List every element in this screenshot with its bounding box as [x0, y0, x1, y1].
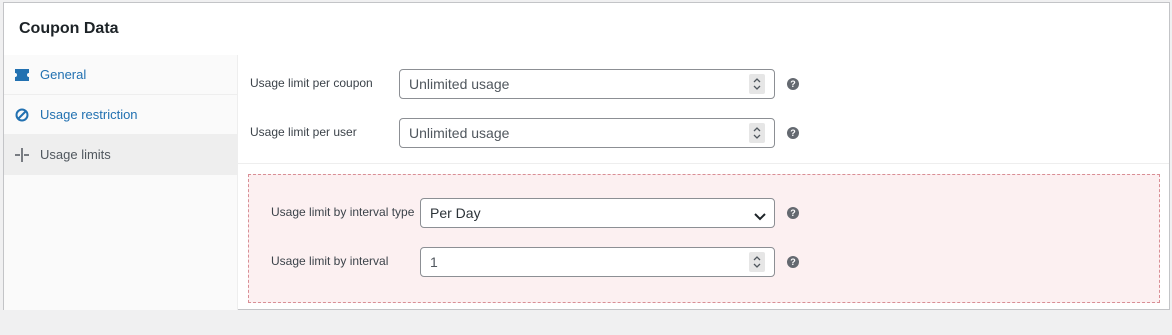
limits-icon — [14, 147, 30, 163]
tab-label: General — [40, 67, 87, 82]
ticket-icon — [14, 67, 30, 83]
coupon-tabs: General Usage restriction Usage limits — [4, 55, 238, 310]
interval-limit-field[interactable] — [420, 247, 775, 277]
interval-limit-label: Usage limit by interval — [271, 254, 389, 268]
usage-limit-per-coupon-row: Usage limit per coupon ? — [237, 69, 1169, 99]
tab-label: Usage restriction — [40, 107, 138, 122]
ban-icon — [14, 107, 30, 123]
interval-limit-box — [248, 174, 1160, 303]
interval-type-label: Usage limit by interval type — [271, 205, 415, 219]
usage-limit-per-user-field[interactable] — [399, 118, 775, 148]
panel-title: Coupon Data — [19, 20, 119, 37]
section-divider — [237, 163, 1169, 164]
number-spinner[interactable] — [749, 74, 765, 94]
usage-limits-content: Usage limit per coupon ? Usage limit per… — [237, 55, 1169, 310]
help-icon[interactable]: ? — [787, 256, 799, 268]
usage-limit-per-user-label: Usage limit per user — [250, 125, 357, 139]
tab-usage-limits[interactable]: Usage limits — [4, 135, 237, 175]
interval-type-select[interactable]: Per Day — [420, 198, 775, 228]
coupon-data-panel: Coupon Data General Usage restriction Us… — [3, 2, 1170, 310]
usage-limit-per-user-row: Usage limit per user ? — [237, 118, 1169, 148]
help-icon[interactable]: ? — [787, 127, 799, 139]
number-spinner[interactable] — [749, 252, 765, 272]
usage-limit-per-coupon-input[interactable] — [409, 76, 744, 92]
tab-usage-restriction[interactable]: Usage restriction — [4, 95, 237, 135]
usage-limit-per-coupon-label: Usage limit per coupon — [250, 76, 373, 90]
chevron-down-icon — [754, 208, 766, 224]
help-icon[interactable]: ? — [787, 78, 799, 90]
usage-limit-per-user-input[interactable] — [409, 125, 744, 141]
interval-limit-input[interactable] — [430, 254, 744, 270]
number-spinner[interactable] — [749, 123, 765, 143]
interval-type-row: Usage limit by interval type Per Day ? — [237, 198, 1169, 228]
interval-type-value: Per Day — [430, 205, 481, 221]
tab-general[interactable]: General — [4, 55, 237, 95]
help-icon[interactable]: ? — [787, 207, 799, 219]
usage-limit-per-coupon-field[interactable] — [399, 69, 775, 99]
interval-limit-row: Usage limit by interval ? — [237, 247, 1169, 277]
tab-label: Usage limits — [40, 147, 111, 162]
